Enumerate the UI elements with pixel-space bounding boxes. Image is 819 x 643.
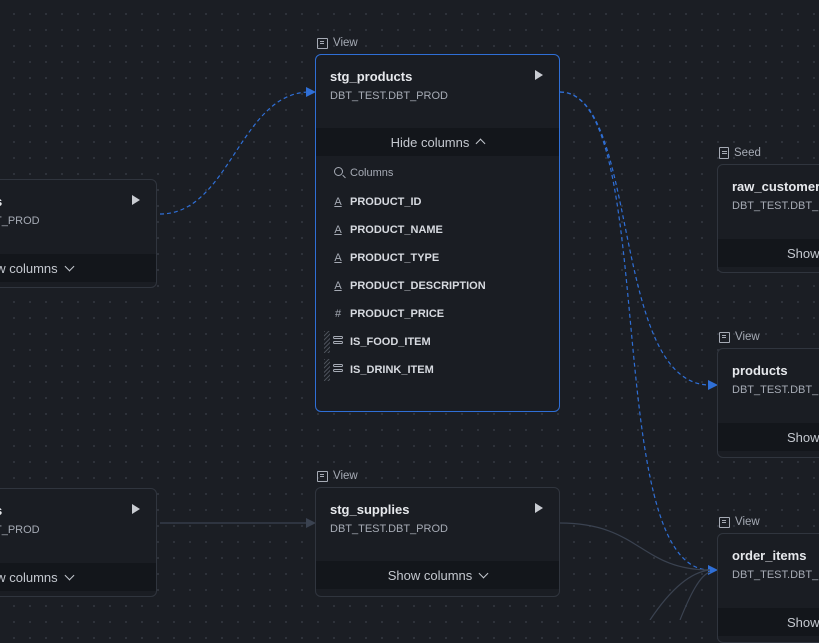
column-row[interactable]: A PRODUCT_ID	[316, 188, 559, 216]
node-subtitle: DBT_TEST.DBT_PROD	[330, 523, 448, 535]
play-icon[interactable]	[132, 195, 140, 205]
hatch-marker	[324, 331, 330, 353]
show-columns-button[interactable]: ow columns	[0, 254, 156, 282]
node-subtitle: DBT_TEST.DBT_PR	[732, 569, 819, 581]
node-title: raw_customers	[732, 179, 819, 194]
column-name: IS_FOOD_ITEM	[350, 336, 431, 348]
model-node-stg-products[interactable]: stg_products DBT_TEST.DBT_PROD Hide colu…	[315, 54, 560, 412]
model-node-order-items[interactable]: order_items DBT_TEST.DBT_PR Show	[717, 533, 819, 643]
search-icon	[333, 167, 343, 176]
view-icon	[719, 516, 730, 528]
view-icon	[317, 470, 328, 482]
node-type-label: Seed	[719, 147, 761, 159]
text-type-icon: A	[334, 252, 342, 264]
show-columns-button[interactable]: Show	[718, 239, 819, 267]
node-title: s	[0, 503, 142, 518]
node-type-label: View	[719, 331, 760, 343]
node-type-text: View	[333, 470, 358, 482]
show-columns-button[interactable]: Show	[718, 608, 819, 636]
show-columns-button[interactable]: Show	[718, 423, 819, 451]
play-icon[interactable]	[535, 503, 543, 513]
edge-stg-supplies-to-order-items	[559, 522, 711, 571]
chevron-down-icon	[64, 570, 75, 580]
node-subtitle: DBT_TEST.DBT_PROD	[330, 90, 448, 102]
node-title: order_items	[732, 548, 807, 563]
show-columns-button[interactable]: Show columns	[316, 561, 559, 589]
chevron-up-icon	[475, 138, 486, 149]
edge-stg-products-to-products	[559, 91, 711, 386]
column-search[interactable]: Columns	[316, 158, 559, 188]
edge-left-to-stg-products	[159, 91, 311, 215]
column-list: Columns A PRODUCT_ID A PRODUCT_NAME A PR…	[316, 158, 559, 384]
node-type-label: View	[719, 516, 760, 528]
node-title: s	[0, 194, 142, 209]
toggle-label: Show	[787, 245, 819, 261]
column-name: PRODUCT_DESCRIPTION	[350, 280, 486, 292]
hatch-marker	[324, 359, 330, 381]
toggle-label: ow columns	[0, 260, 58, 276]
node-type-text: View	[333, 37, 358, 49]
column-name: PRODUCT_TYPE	[350, 252, 440, 264]
column-row[interactable]: IS_DRINK_ITEM	[316, 356, 559, 384]
node-title: stg_products	[330, 69, 413, 84]
column-search-label: Columns	[350, 167, 394, 179]
chevron-down-icon	[64, 261, 75, 271]
node-subtitle: DBT_TEST.DBT_PR	[732, 200, 819, 212]
toggle-label: ow columns	[0, 569, 58, 585]
show-columns-button[interactable]: ow columns	[0, 563, 156, 591]
column-name: PRODUCT_NAME	[350, 224, 443, 236]
hide-columns-button[interactable]: Hide columns	[316, 128, 559, 156]
toggle-label: Hide columns	[390, 134, 470, 150]
number-type-icon: #	[334, 308, 342, 320]
column-name: IS_DRINK_ITEM	[350, 364, 434, 376]
edge-stg-products-to-order-items	[559, 91, 711, 571]
model-node-left-top[interactable]: s T_PROD ow columns	[0, 179, 157, 288]
node-title: products	[732, 363, 788, 378]
model-node-raw-customers[interactable]: raw_customers DBT_TEST.DBT_PR Show	[717, 164, 819, 273]
toggle-label: Show columns	[387, 567, 473, 583]
column-name: PRODUCT_PRICE	[350, 308, 445, 320]
node-subtitle: T_PROD	[0, 215, 40, 227]
text-type-icon: A	[334, 280, 342, 292]
model-node-products[interactable]: products DBT_TEST.DBT_PR Show	[717, 348, 819, 458]
view-icon	[317, 37, 328, 49]
node-type-text: View	[735, 516, 760, 528]
column-row[interactable]: # PRODUCT_PRICE	[316, 300, 559, 328]
play-icon[interactable]	[535, 70, 543, 80]
column-name: PRODUCT_ID	[350, 196, 422, 208]
column-row[interactable]: A PRODUCT_DESCRIPTION	[316, 272, 559, 300]
model-node-stg-supplies[interactable]: stg_supplies DBT_TEST.DBT_PROD Show colu…	[315, 487, 560, 597]
text-type-icon: A	[334, 196, 342, 208]
column-row[interactable]: A PRODUCT_TYPE	[316, 244, 559, 272]
model-node-left-bottom[interactable]: s T_PROD ow columns	[0, 488, 157, 597]
node-subtitle: DBT_TEST.DBT_PR	[732, 384, 819, 396]
view-icon	[719, 331, 730, 343]
toggle-label: Show	[787, 614, 819, 630]
node-subtitle: T_PROD	[0, 524, 40, 536]
toggle-label: Show	[787, 429, 819, 445]
node-title: stg_supplies	[330, 502, 410, 517]
column-row[interactable]: IS_FOOD_ITEM	[316, 328, 559, 356]
edge-incoming-order-items	[649, 569, 711, 620]
column-row[interactable]: A PRODUCT_NAME	[316, 216, 559, 244]
chevron-down-icon	[478, 568, 489, 578]
node-type-label: View	[317, 470, 358, 482]
seed-icon	[719, 147, 729, 159]
node-type-text: View	[735, 331, 760, 343]
node-type-text: Seed	[734, 147, 761, 159]
play-icon[interactable]	[132, 504, 140, 514]
boolean-type-icon	[333, 364, 343, 373]
boolean-type-icon	[333, 336, 343, 345]
edge-incoming-order-items	[679, 571, 711, 620]
text-type-icon: A	[334, 224, 342, 236]
node-type-label: View	[317, 37, 358, 49]
